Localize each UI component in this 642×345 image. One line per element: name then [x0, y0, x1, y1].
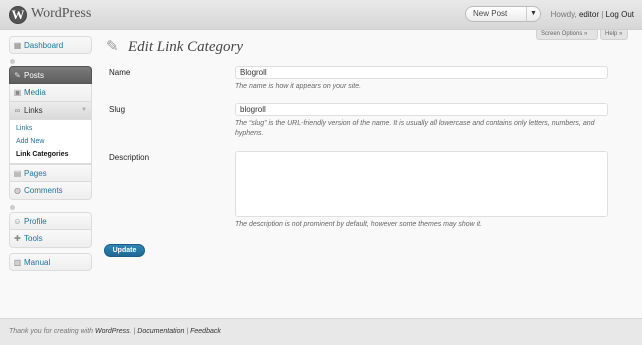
- footer-wordpress-link[interactable]: WordPress: [95, 328, 130, 335]
- menu-group-dashboard: ▦ Dashboard: [9, 36, 92, 54]
- help-button[interactable]: Help »: [600, 30, 628, 40]
- site-title[interactable]: WordPress: [31, 6, 91, 22]
- sidebar-item-label: Dashboard: [24, 41, 64, 50]
- sidebar-item-label: Manual: [24, 258, 51, 267]
- submenu-item-links[interactable]: Links: [16, 122, 91, 135]
- profile-icon: ☺: [13, 217, 22, 226]
- sidebar-item-label: Pages: [24, 169, 47, 178]
- submenu-item-link-categories[interactable]: Link Categories: [16, 148, 91, 161]
- name-field[interactable]: Blogroll: [235, 66, 608, 79]
- sidebar-item-links[interactable]: ∞ Links ▼: [9, 102, 92, 120]
- page-title: Edit Link Category: [128, 39, 243, 55]
- screen-options-button[interactable]: Screen Options »: [536, 30, 598, 40]
- dashboard-icon: ▦: [13, 41, 22, 50]
- footer-thanks: Thank you for creating with: [9, 328, 95, 335]
- description-help: The description is not prominent by defa…: [235, 221, 483, 228]
- sidebar-item-profile[interactable]: ☺ Profile: [9, 212, 92, 230]
- comments-icon: ◍: [14, 186, 21, 195]
- username-link[interactable]: editor: [579, 10, 599, 19]
- links-submenu: Links Add New Link Categories: [9, 120, 92, 164]
- logout-link[interactable]: Log Out: [606, 10, 634, 19]
- pages-icon: ▤: [13, 169, 22, 178]
- menu-separator: [10, 205, 15, 210]
- footer: Thank you for creating with WordPress. |…: [0, 318, 642, 345]
- admin-header: W WordPress New Post ▼ Howdy, editor | L…: [0, 0, 642, 30]
- slug-label: Slug: [109, 105, 126, 114]
- update-button[interactable]: Update: [104, 244, 145, 257]
- howdy-text: Howdy,: [550, 10, 577, 19]
- header-separator: |: [601, 10, 604, 19]
- wordpress-logo-icon[interactable]: W: [9, 6, 27, 24]
- footer-feedback-link[interactable]: Feedback: [190, 328, 221, 335]
- pushpin-icon: ✎: [106, 38, 119, 55]
- sidebar-item-label: Comments: [24, 186, 63, 195]
- slug-description: The “slug” is the URL-friendly version o…: [235, 120, 595, 137]
- name-label: Name: [109, 68, 131, 77]
- sidebar-item-manual[interactable]: ▥ Manual: [9, 253, 92, 271]
- sidebar-item-pages[interactable]: ▤ Pages: [9, 164, 92, 182]
- sidebar-item-label: Tools: [24, 234, 43, 243]
- tools-icon: ✚: [14, 234, 21, 243]
- sidebar-item-posts[interactable]: ✎ Posts: [9, 66, 92, 84]
- favorite-actions-dropdown[interactable]: New Post ▼: [465, 6, 541, 22]
- chevron-down-icon[interactable]: ▼: [526, 7, 540, 21]
- sidebar-item-dashboard[interactable]: ▦ Dashboard: [9, 36, 92, 54]
- user-info: Howdy, editor | Log Out: [551, 10, 634, 19]
- pushpin-icon: ✎: [14, 71, 21, 80]
- links-icon: ∞: [14, 106, 21, 115]
- footer-documentation-link[interactable]: Documentation: [137, 328, 184, 335]
- description-textarea[interactable]: [235, 151, 608, 217]
- admin-sidebar: ▦ Dashboard ✎ Posts ▣ Media ∞ Links ▼ Li…: [9, 36, 92, 276]
- sidebar-item-comments[interactable]: ◍ Comments: [9, 182, 92, 200]
- sidebar-item-label: Links: [24, 106, 43, 115]
- menu-separator: [10, 59, 15, 64]
- menu-toggle-icon[interactable]: ▼: [81, 102, 87, 119]
- sidebar-item-label: Media: [24, 88, 46, 97]
- sidebar-item-label: Profile: [24, 217, 47, 226]
- menu-group-manual: ▥ Manual: [9, 253, 92, 271]
- menu-group-user: ☺ Profile ✚ Tools: [9, 212, 92, 248]
- slug-field[interactable]: blogroll: [235, 103, 608, 116]
- manual-icon: ▥: [13, 258, 22, 267]
- submenu-item-add-new[interactable]: Add New: [16, 135, 91, 148]
- sidebar-item-tools[interactable]: ✚ Tools: [9, 230, 92, 248]
- sidebar-item-media[interactable]: ▣ Media: [9, 84, 92, 102]
- description-label: Description: [109, 153, 150, 162]
- name-description: The name is how it appears on your site.: [235, 83, 362, 90]
- sidebar-item-label: Posts: [24, 71, 45, 80]
- new-post-label[interactable]: New Post: [473, 9, 507, 18]
- media-icon: ▣: [13, 88, 22, 97]
- menu-group-content: ✎ Posts ▣ Media ∞ Links ▼ Links Add New …: [9, 66, 92, 200]
